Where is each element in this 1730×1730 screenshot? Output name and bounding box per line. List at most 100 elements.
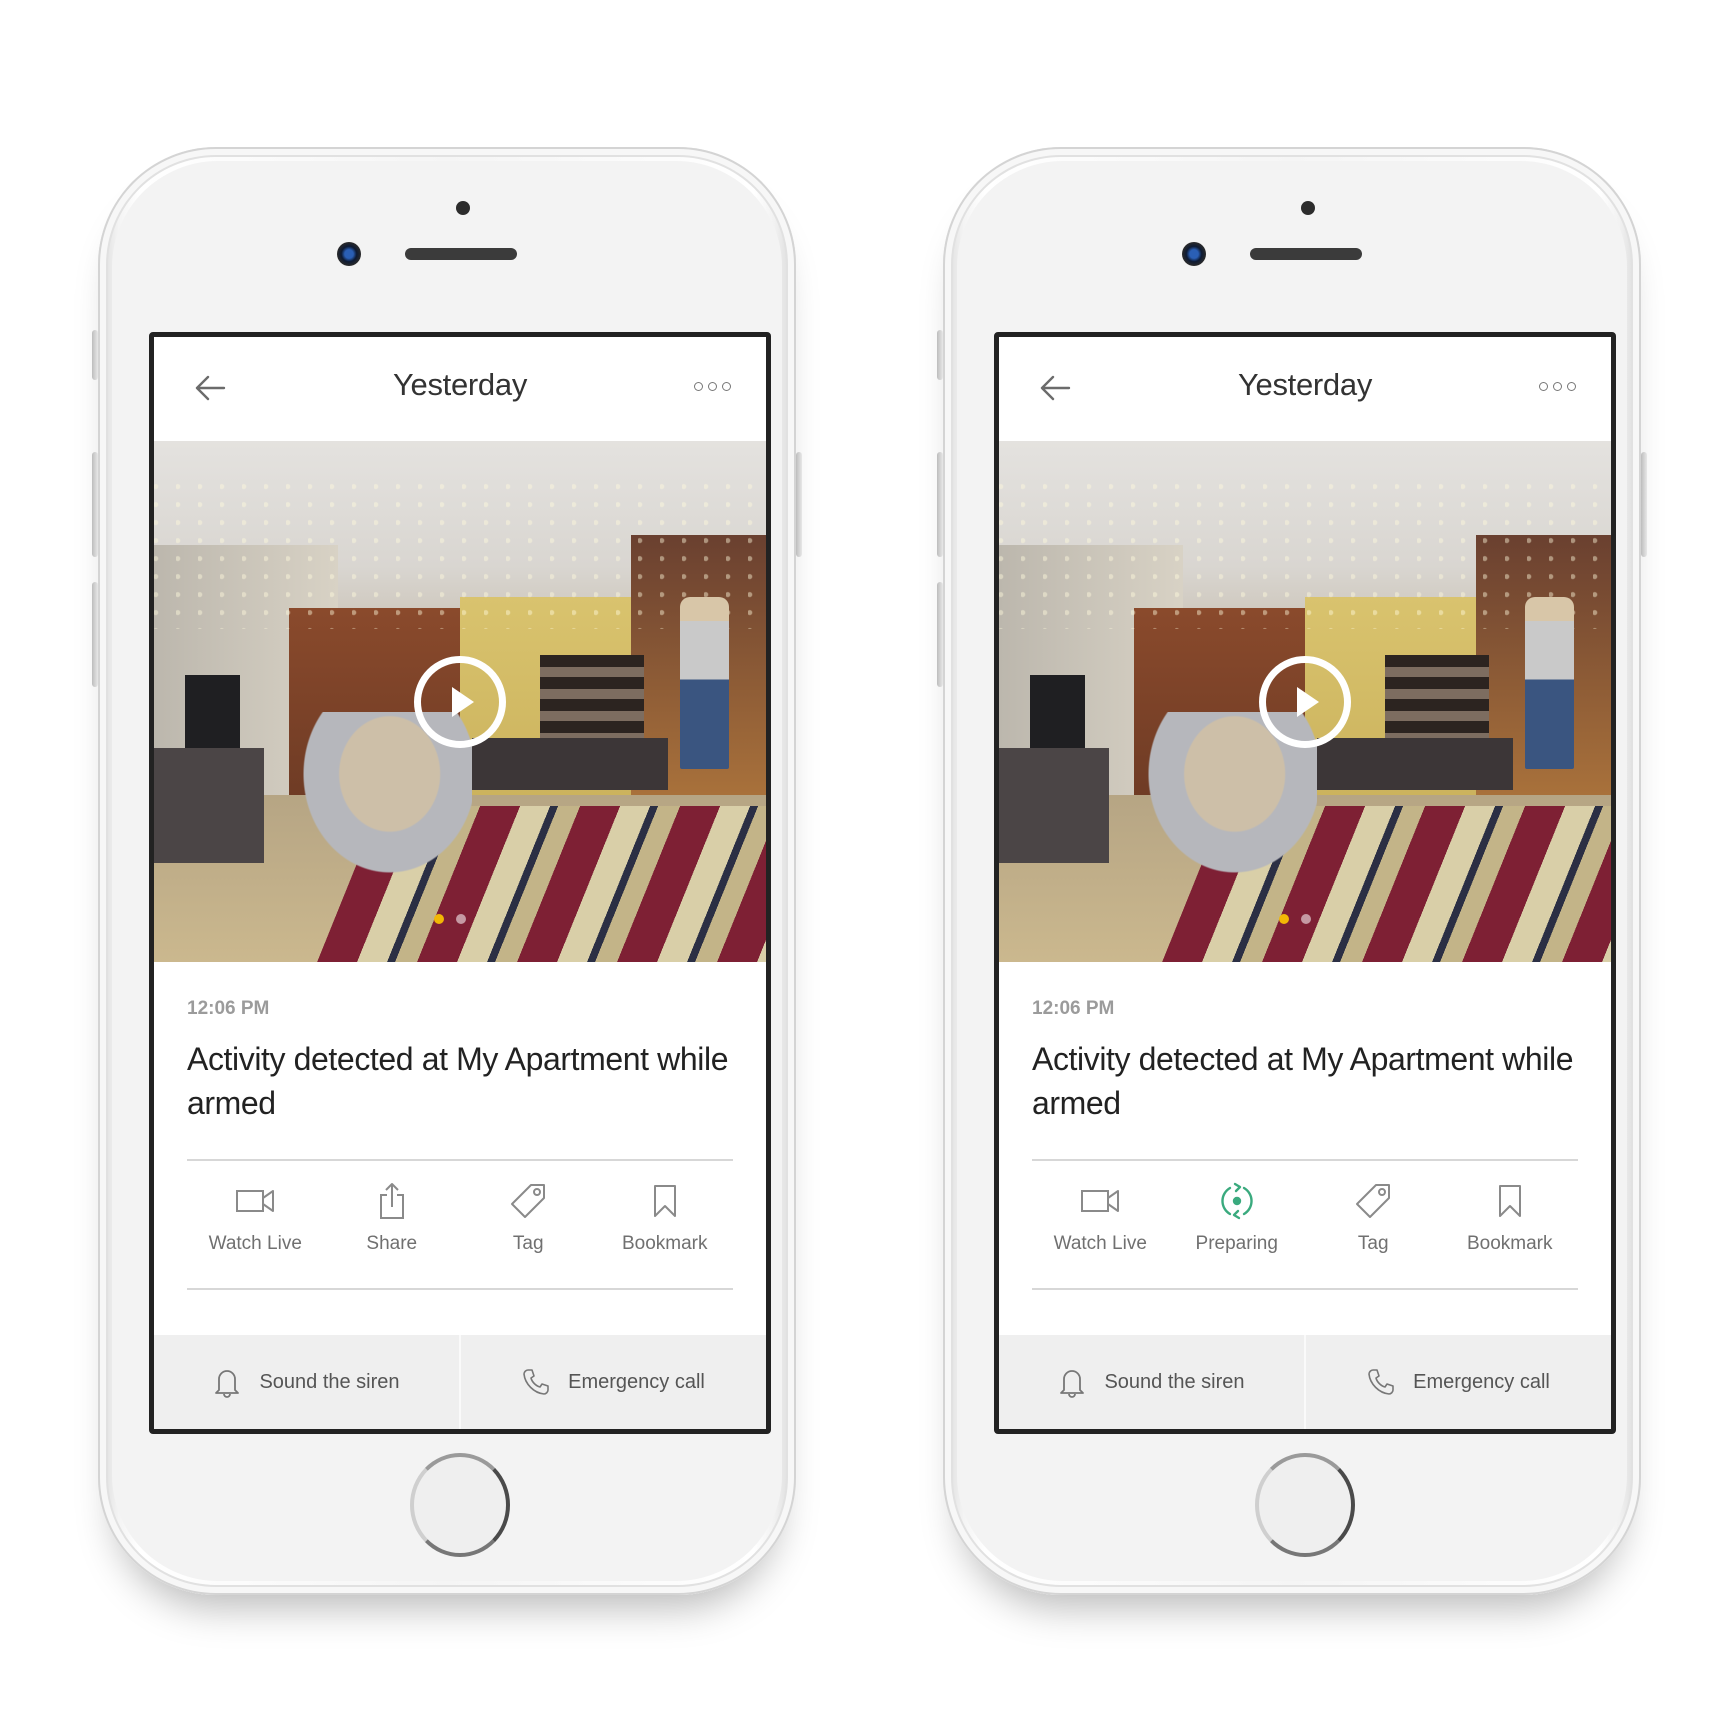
more-dot (1567, 382, 1576, 391)
sound-siren-label: Sound the siren (259, 1370, 400, 1393)
front-camera (337, 242, 361, 266)
sound-siren-button[interactable]: Sound the siren (999, 1335, 1304, 1429)
proximity-sensor (456, 201, 470, 215)
phone-mockup-left: Yesterday 12:06 PM Activity detected at … (92, 147, 802, 1595)
video-scene-sofa (154, 748, 265, 863)
bottom-action-bar: Sound the siren Emergency call (999, 1335, 1611, 1429)
tag-icon (511, 1184, 546, 1218)
event-title: Activity detected at My Apartment while … (1032, 1041, 1574, 1121)
video-scene-sofa (1317, 737, 1514, 791)
nav-header: Yesterday (999, 337, 1611, 441)
mute-switch (937, 330, 943, 380)
more-dot (722, 382, 731, 391)
more-dot (708, 382, 717, 391)
page-indicator (434, 914, 466, 924)
play-icon (1297, 686, 1319, 717)
action-label: Preparing (1195, 1233, 1278, 1254)
watch-live-button[interactable]: Watch Live (1045, 1179, 1155, 1279)
more-options-button[interactable] (694, 379, 740, 395)
phone-icon (1368, 1369, 1394, 1395)
video-scene-string-lights (154, 482, 766, 629)
action-row: Watch Live Share Tag Bookmark (187, 1179, 733, 1279)
action-label: Watch Live (208, 1233, 302, 1254)
divider (187, 1159, 733, 1161)
more-dot (1553, 382, 1562, 391)
action-label: Bookmark (621, 1233, 708, 1254)
home-button (1255, 1453, 1355, 1557)
sound-siren-label: Sound the siren (1104, 1370, 1245, 1393)
bookmark-icon (653, 1185, 676, 1217)
emergency-call-button[interactable]: Emergency call (1304, 1335, 1611, 1429)
preparing-share-button[interactable]: Preparing (1182, 1179, 1292, 1279)
divider (1032, 1159, 1578, 1161)
emergency-call-button[interactable]: Emergency call (459, 1335, 766, 1429)
emergency-call-label: Emergency call (568, 1370, 705, 1393)
volume-down-button (92, 582, 98, 687)
share-button[interactable]: Share (337, 1179, 447, 1279)
phone-face: Yesterday 12:06 PM Activity detected at … (957, 161, 1627, 1581)
emergency-call-label: Emergency call (1413, 1370, 1550, 1393)
video-scene-person (1525, 597, 1575, 770)
event-video-thumbnail[interactable] (999, 441, 1611, 962)
page-dot[interactable] (456, 914, 466, 924)
front-camera (1182, 242, 1206, 266)
volume-up-button (937, 452, 943, 557)
action-label: Tag (1357, 1233, 1389, 1254)
tag-button[interactable]: Tag (473, 1179, 583, 1279)
tag-button[interactable]: Tag (1318, 1179, 1428, 1279)
phone-icon (523, 1369, 549, 1395)
sync-icon (1221, 1182, 1253, 1220)
event-video-thumbnail[interactable] (154, 441, 766, 962)
phone-mockup-right: Yesterday 12:06 PM Activity detected at … (937, 147, 1647, 1595)
more-options-button[interactable] (1539, 379, 1585, 395)
more-dots-icon (1539, 382, 1548, 391)
sound-siren-button[interactable]: Sound the siren (154, 1335, 459, 1429)
page-indicator (1279, 914, 1311, 924)
power-button (1641, 452, 1647, 557)
nav-header: Yesterday (154, 337, 766, 441)
video-scene-sofa (472, 737, 669, 791)
mute-switch (92, 330, 98, 380)
proximity-sensor (1301, 201, 1315, 215)
bell-icon (1060, 1370, 1085, 1398)
app-screen: Yesterday 12:06 PM Activity detected at … (149, 332, 771, 1434)
divider (1032, 1288, 1578, 1290)
bottom-action-bar: Sound the siren Emergency call (154, 1335, 766, 1429)
action-label: Share (366, 1233, 418, 1254)
earpiece-speaker (405, 248, 517, 260)
play-icon (452, 686, 474, 717)
page-dot[interactable] (1301, 914, 1311, 924)
action-label: Tag (512, 1233, 544, 1254)
action-row: Watch Live Preparing Tag Bookmark (1032, 1179, 1578, 1279)
video-camera-icon (1081, 1190, 1120, 1212)
action-label: Bookmark (1466, 1233, 1553, 1254)
bookmark-icon (1498, 1185, 1521, 1217)
video-camera-icon (236, 1190, 275, 1212)
event-timestamp: 12:06 PM (1032, 998, 1115, 1019)
share-icon (379, 1183, 404, 1219)
action-label: Watch Live (1053, 1233, 1147, 1254)
power-button (796, 452, 802, 557)
bookmark-button[interactable]: Bookmark (610, 1179, 720, 1279)
page-title: Yesterday (392, 367, 528, 402)
page-dot-active[interactable] (1279, 914, 1289, 924)
phone-face: Yesterday 12:06 PM Activity detected at … (112, 161, 782, 1581)
bookmark-button[interactable]: Bookmark (1455, 1179, 1565, 1279)
watch-live-button[interactable]: Watch Live (200, 1179, 310, 1279)
more-dots-icon (694, 382, 703, 391)
volume-up-button (92, 452, 98, 557)
bell-icon (215, 1370, 240, 1398)
video-scene-sofa (999, 748, 1110, 863)
event-title: Activity detected at My Apartment while … (187, 1041, 729, 1121)
home-button (410, 1453, 510, 1557)
page-title: Yesterday (1237, 367, 1373, 402)
tag-icon (1356, 1184, 1391, 1218)
app-screen: Yesterday 12:06 PM Activity detected at … (994, 332, 1616, 1434)
volume-down-button (937, 582, 943, 687)
page-dot-active[interactable] (434, 914, 444, 924)
play-button[interactable] (1259, 655, 1351, 748)
video-scene-string-lights (999, 482, 1611, 629)
earpiece-speaker (1250, 248, 1362, 260)
play-button[interactable] (414, 655, 506, 748)
divider (187, 1288, 733, 1290)
